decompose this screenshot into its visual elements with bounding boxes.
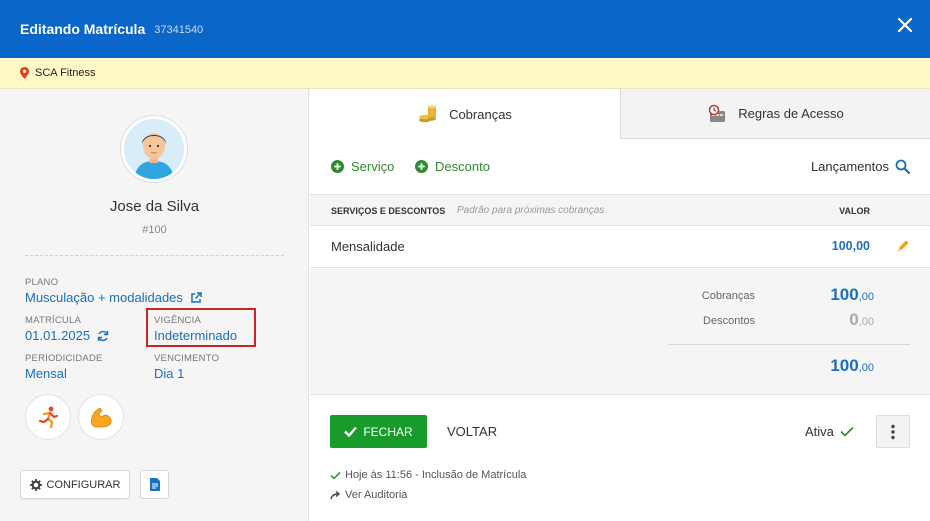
- billing-panel: Cobranças Regras de Acesso Serviço Desco: [310, 89, 930, 521]
- pencil-icon[interactable]: [897, 239, 910, 252]
- check-icon: [330, 471, 341, 480]
- grand-total: 100 ,00: [830, 356, 874, 376]
- back-button[interactable]: VOLTAR: [447, 424, 497, 439]
- discounts-dec: ,00: [858, 316, 874, 328]
- enrollment-date-label: MATRÍCULA: [25, 315, 81, 326]
- log-text: Hoje às 11:56 - Inclusão de Matrícula: [345, 469, 527, 481]
- document-button[interactable]: [140, 470, 169, 499]
- location-bar: SCA Fitness: [0, 58, 930, 89]
- totals-section: Cobranças 100 ,00 Descontos 0 ,00 100 ,0…: [310, 269, 930, 395]
- audit-link-label: Ver Auditoria: [345, 489, 408, 501]
- add-discount-button[interactable]: Desconto: [415, 159, 490, 174]
- external-link-icon[interactable]: [190, 291, 202, 304]
- plan-link[interactable]: Musculação + modalidades: [25, 290, 202, 305]
- discounts-total: 0 ,00: [849, 310, 874, 330]
- table-header: SERVIÇOS E DESCONTOS Padrão para próxima…: [310, 195, 930, 226]
- location-name: SCA Fitness: [35, 67, 96, 79]
- close-enrollment-label: FECHAR: [363, 424, 413, 439]
- add-discount-label: Desconto: [435, 159, 490, 174]
- log-entry: Hoje às 11:56 - Inclusão de Matrícula: [330, 469, 526, 481]
- modal-title: Editando Matrícula: [20, 21, 146, 37]
- plus-circle-icon: [415, 160, 428, 173]
- configure-label: CONFIGURAR: [46, 478, 121, 491]
- divider: [25, 255, 284, 256]
- close-icon[interactable]: [898, 18, 912, 32]
- row-service-name: Mensalidade: [331, 239, 405, 254]
- status-badge: Ativa: [805, 424, 854, 439]
- column-services-hint: Padrão para próximas cobranças: [457, 205, 605, 216]
- tab-cobrancas-label: Cobranças: [449, 106, 512, 122]
- student-name: Jose da Silva: [109, 198, 200, 215]
- column-value: VALOR: [839, 206, 870, 216]
- charges-total: 100 ,00: [830, 285, 874, 305]
- row-service-value: 100,00: [831, 239, 870, 253]
- configure-button[interactable]: CONFIGURAR: [20, 470, 130, 499]
- close-enrollment-button[interactable]: FECHAR: [330, 415, 427, 448]
- student-panel: Jose da Silva #100 PLANO Musculação + mo…: [0, 89, 309, 521]
- tab-regras-acesso[interactable]: Regras de Acesso: [620, 89, 930, 139]
- add-service-label: Serviço: [351, 159, 395, 174]
- charges-dec: ,00: [858, 291, 874, 303]
- more-options-button[interactable]: [876, 415, 910, 448]
- due-date-value: Dia 1: [154, 366, 185, 381]
- share-arrow-icon: [330, 490, 341, 499]
- check-icon: [840, 426, 854, 437]
- status-text: Ativa: [805, 424, 834, 439]
- charges-label: Cobranças: [701, 290, 755, 302]
- charges-int: 100: [830, 285, 859, 304]
- avatar: [121, 116, 187, 182]
- refresh-icon[interactable]: [97, 330, 109, 342]
- audit-link[interactable]: Ver Auditoria: [330, 489, 407, 501]
- user-avatar-icon: [124, 119, 184, 179]
- add-service-button[interactable]: Serviço: [331, 159, 394, 174]
- plan-value: Musculação + modalidades: [25, 290, 183, 305]
- discounts-int: 0: [849, 310, 859, 329]
- tab-cobrancas[interactable]: Cobranças: [310, 89, 620, 139]
- muscle-icon: [90, 407, 112, 428]
- map-pin-icon: [20, 67, 29, 79]
- periodicity-value: Mensal: [25, 366, 67, 381]
- modality-running-button[interactable]: [25, 394, 71, 440]
- actions-bar: Serviço Desconto Lançamentos: [310, 139, 930, 195]
- document-icon: [149, 478, 160, 491]
- enrollment-date: 01.01.2025: [25, 328, 109, 343]
- totals-divider: [668, 344, 910, 345]
- launches-button[interactable]: Lançamentos: [811, 159, 910, 174]
- modality-muscle-button[interactable]: [78, 394, 124, 440]
- search-icon: [895, 159, 910, 174]
- grand-total-int: 100: [830, 356, 859, 375]
- access-rules-icon: [708, 104, 726, 122]
- plus-circle-icon: [331, 160, 344, 173]
- due-date-label: VENCIMENTO: [154, 353, 220, 364]
- table-row: Mensalidade 100,00: [310, 226, 930, 268]
- tab-regras-acesso-label: Regras de Acesso: [738, 106, 844, 121]
- launches-label: Lançamentos: [810, 159, 889, 174]
- more-vertical-icon: [891, 424, 895, 439]
- student-number: #100: [142, 224, 167, 236]
- running-icon: [38, 406, 59, 429]
- enrollment-date-value: 01.01.2025: [25, 328, 91, 343]
- discounts-label: Descontos: [703, 315, 755, 327]
- plan-label: PLANO: [25, 277, 59, 288]
- coins-icon: [419, 105, 437, 123]
- periodicity-label: PERIODICIDADE: [25, 353, 103, 364]
- check-icon: [344, 426, 358, 437]
- grand-total-dec: ,00: [858, 362, 874, 374]
- enrollment-id: 37341540: [154, 24, 204, 36]
- modal-header: Editando Matrícula 37341540: [0, 0, 930, 58]
- column-services: SERVIÇOS E DESCONTOS: [331, 206, 446, 216]
- gear-icon: [29, 478, 42, 491]
- validity-highlight-box: [146, 308, 256, 347]
